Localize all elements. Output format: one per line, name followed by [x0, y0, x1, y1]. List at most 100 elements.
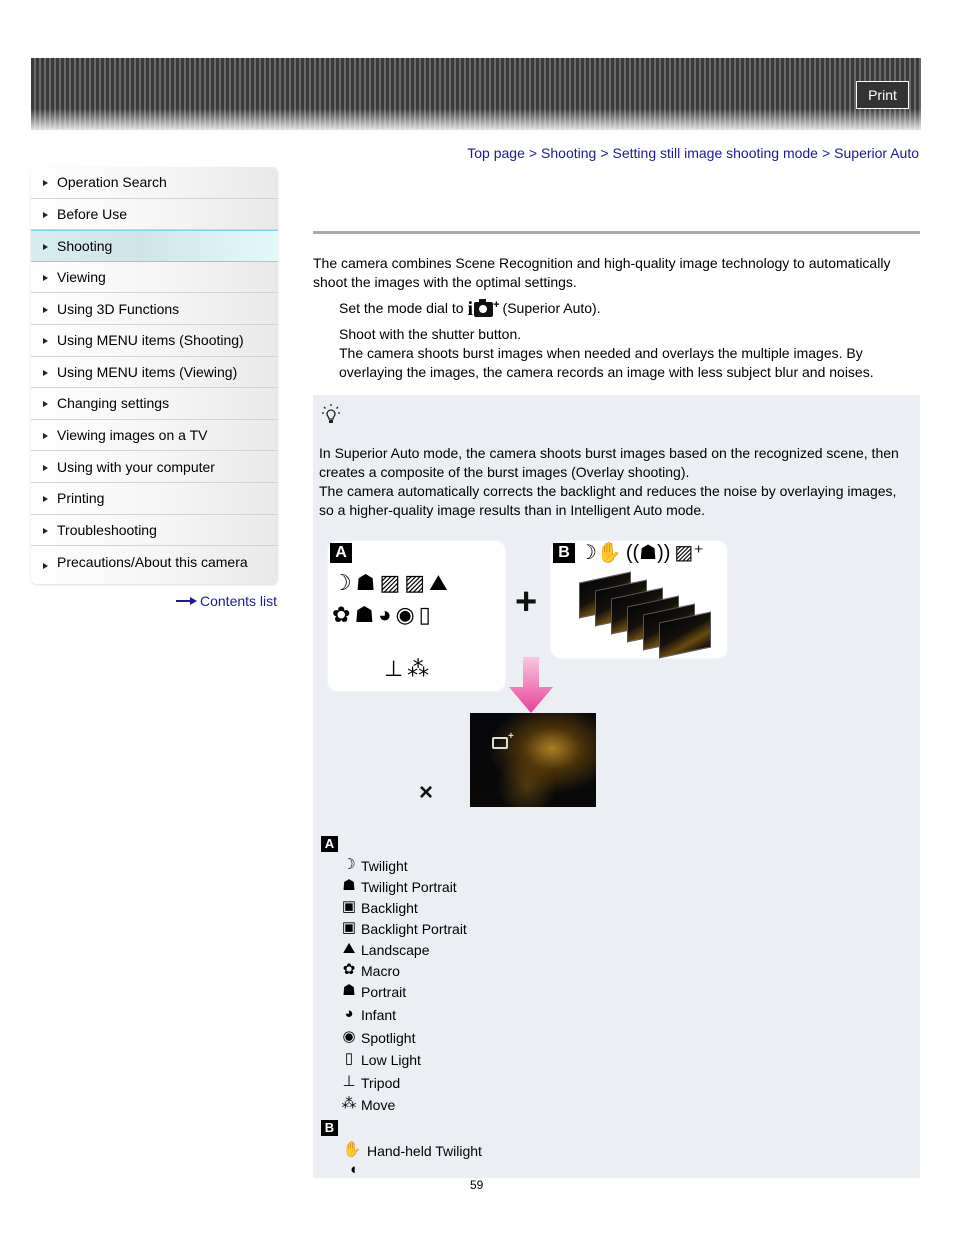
scene-label: Macro — [361, 963, 400, 979]
scene-item: ◉ Spotlight — [339, 1023, 467, 1046]
backlight-correction-hdr-icon: ▨⁺ — [674, 542, 704, 564]
triangle-right-icon — [43, 306, 48, 313]
scene-item: ▣ Backlight — [339, 895, 467, 916]
print-button[interactable]: Print — [856, 81, 909, 109]
sidebar-item-menu-viewing[interactable]: Using MENU items (Viewing) — [31, 357, 278, 389]
breadcrumb-separator: > — [600, 145, 609, 161]
label-a-badge: A — [330, 543, 352, 563]
landscape-icon: ⛰ — [342, 940, 356, 957]
contents-list-link[interactable]: Contents list — [176, 593, 277, 609]
breadcrumb-superior-auto[interactable]: Superior Auto — [834, 145, 919, 161]
sidebar-item-label: Viewing images on a TV — [57, 427, 208, 444]
label-b-badge: B — [553, 543, 575, 563]
scene-label: Portrait — [361, 984, 407, 1000]
sidebar-item-troubleshooting[interactable]: Troubleshooting — [31, 515, 278, 547]
hint-text: In Superior Auto mode, the camera shoots… — [319, 444, 914, 520]
sidebar-nav: Operation Search Before Use Shooting Vie… — [31, 167, 278, 585]
portrait-icon: ☗ — [342, 982, 356, 999]
sidebar-item-before-use[interactable]: Before Use — [31, 199, 278, 231]
twilight-icon: ☽ — [332, 570, 352, 595]
sidebar-item-label: Operation Search — [57, 174, 167, 191]
sidebar-item-label: Viewing — [57, 269, 106, 286]
twilight-portrait-icon: ☗ — [342, 877, 356, 894]
scene-label: Backlight Portrait — [361, 921, 467, 937]
scene-list-b: ✋ Hand-held Twilight ◖ — [339, 1137, 482, 1179]
scene-label: Infant — [361, 1007, 397, 1023]
move-icon: ⁂ — [407, 656, 430, 681]
triangle-right-icon — [43, 243, 48, 250]
spotlight-icon: ◉ — [395, 602, 415, 627]
arrow-down-icon — [509, 657, 553, 713]
backlight-icon: ▣ — [341, 898, 357, 915]
scene-item: ▯ Low Light — [339, 1046, 467, 1068]
breadcrumb-top-page[interactable]: Top page — [467, 145, 525, 161]
sidebar-item-label: Before Use — [57, 205, 128, 222]
sidebar-item-precautions[interactable]: Precautions/About this camera — [31, 546, 278, 584]
hint-box: In Superior Auto mode, the camera shoots… — [313, 395, 920, 1178]
panel-b-icons: ☽✋ ((☗)) ▨⁺ — [579, 541, 704, 565]
hint-bulb-icon — [322, 404, 340, 423]
sidebar-item-label: Using 3D Functions — [57, 300, 180, 317]
overlay-shooting-icon — [492, 737, 508, 749]
scene-label: Backlight — [361, 900, 418, 916]
tripod-icon: ⊥ — [384, 656, 404, 681]
sidebar-item-changing-settings[interactable]: Changing settings — [31, 388, 278, 420]
breadcrumb-shooting[interactable]: Shooting — [541, 145, 596, 161]
overlay-result-photo: + — [470, 713, 596, 807]
triangle-right-icon — [43, 338, 48, 345]
times-icon: × — [419, 779, 434, 806]
step-1-text-before: Set the mode dial to — [339, 300, 464, 316]
burst-frames-image — [579, 571, 719, 659]
scene-icons-row-1: ☽ ☗ ▨ ▨ ⛰ — [332, 571, 448, 595]
triangle-right-icon — [43, 275, 48, 282]
sidebar-item-label: Using with your computer — [57, 458, 215, 475]
triangle-right-icon — [43, 211, 48, 218]
sidebar-item-viewing-tv[interactable]: Viewing images on a TV — [31, 420, 278, 452]
diagram-panel-b: B ☽✋ ((☗)) ▨⁺ — [551, 541, 727, 659]
step-2-text: Shoot with the shutter button. — [339, 326, 522, 342]
infant-icon: ◕ — [344, 1005, 354, 1022]
hint-paragraph: The camera automatically corrects the ba… — [319, 483, 897, 518]
step-2-detail: The camera shoots burst images when need… — [339, 345, 874, 380]
sidebar-item-label: Precautions/About this camera — [57, 554, 248, 571]
sidebar-item-menu-shooting[interactable]: Using MENU items (Shooting) — [31, 325, 278, 357]
contents-list-label: Contents list — [200, 593, 278, 609]
portrait-icon: ☗ — [354, 602, 375, 627]
title-divider — [313, 231, 920, 234]
sidebar-item-viewing[interactable]: Viewing — [31, 262, 278, 294]
sidebar-item-shooting[interactable]: Shooting — [31, 230, 278, 262]
breadcrumb-setting-still-image[interactable]: Setting still image shooting mode — [613, 145, 818, 161]
scene-label: Twilight — [361, 858, 408, 874]
scene-icons-row-2: ✿ ☗ ◕ ◉ ▯ — [332, 603, 431, 627]
backlight-portrait-icon: ▨ — [404, 570, 426, 595]
infant-icon: ◕ — [378, 602, 392, 627]
sidebar-item-label: Changing settings — [57, 395, 170, 412]
sidebar-item-label: Troubleshooting — [57, 521, 157, 538]
triangle-right-icon — [43, 563, 48, 570]
scene-item: ◕ Infant — [339, 1000, 467, 1023]
twilight-portrait-icon: ☗ — [355, 570, 376, 595]
triangle-right-icon — [43, 496, 48, 503]
macro-icon: ✿ — [332, 602, 351, 627]
landscape-icon: ⛰ — [429, 570, 448, 595]
sidebar-item-operation-search[interactable]: Operation Search — [31, 167, 278, 199]
diagram-panel-a: A ☽ ☗ ▨ ▨ ⛰ ✿ ☗ ◕ ◉ ▯ × ⊥ ⁂ — [328, 541, 505, 806]
scene-item: ✋ Hand-held Twilight — [339, 1137, 482, 1159]
sidebar-item-label: Using MENU items (Viewing) — [57, 363, 238, 380]
tripod-icon: ⊥ — [342, 1073, 356, 1090]
triangle-right-icon — [43, 369, 48, 376]
sidebar-item-printing[interactable]: Printing — [31, 483, 278, 515]
triangle-right-icon — [43, 401, 48, 408]
header-banner: Print — [31, 58, 921, 130]
scene-list-a: ☽ Twilight ☗ Twilight Portrait ▣ Backlight … — [339, 853, 467, 1113]
scene-icons-row-3: ⊥ ⁂ — [384, 657, 429, 681]
scene-item: ☗ Portrait — [339, 979, 467, 1000]
sidebar-item-3d-functions[interactable]: Using 3D Functions — [31, 293, 278, 325]
step-1: Set the mode dial to i + (Superior Auto). — [339, 298, 899, 319]
triangle-right-icon — [43, 464, 48, 471]
list-a-badge: A — [321, 836, 338, 852]
triangle-right-icon — [43, 433, 48, 440]
page-number: 59 — [470, 1178, 484, 1192]
sidebar-item-computer[interactable]: Using with your computer — [31, 451, 278, 483]
scene-item: ◖ — [339, 1159, 482, 1179]
